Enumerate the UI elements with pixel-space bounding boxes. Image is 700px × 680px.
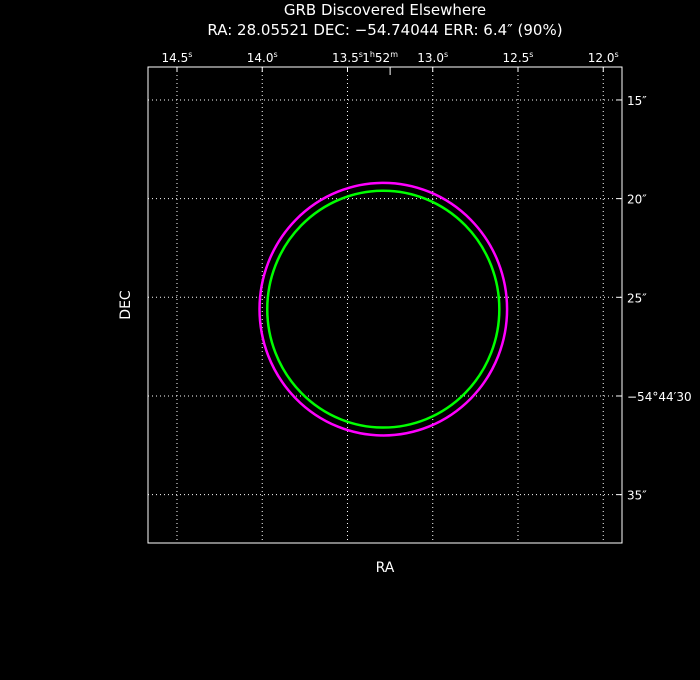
y-tick-label: 25″ — [627, 291, 647, 305]
chart: GRB Discovered Elsewhere RA: 28.05521 DE… — [118, 1, 692, 576]
x-tick-label: 13.5s — [332, 50, 363, 65]
y-tick-label: 35″ — [627, 489, 647, 503]
x-tick-label: 14.5s — [162, 50, 193, 65]
x-tick-label: 1h52m — [362, 50, 398, 65]
chart-subtitle: RA: 28.05521 DEC: −54.74044 ERR: 6.4″ (9… — [207, 21, 562, 39]
x-axis-label: RA — [376, 560, 395, 576]
chart-title: GRB Discovered Elsewhere — [284, 1, 486, 19]
grid — [148, 67, 622, 543]
x-tick-label: 14.0s — [247, 50, 278, 65]
y-axis-label: DEC — [118, 290, 134, 320]
x-tick-label: 12.0s — [588, 50, 619, 65]
y-tick-label: 15″ — [627, 94, 647, 108]
x-tick-label: 13.0s — [417, 50, 448, 65]
inner-error-circle — [266, 189, 501, 429]
x-tick-label: 12.5s — [503, 50, 534, 65]
outer-error-circle — [258, 181, 509, 437]
y-tick-label: 20″ — [627, 193, 647, 207]
y-tick-label: −54°44′30 — [627, 390, 692, 404]
error-circles — [258, 181, 509, 437]
x-ticks: 14.5s 14.0s 13.5s 1h52m 13.0s 12.5s 12.0s — [162, 50, 619, 75]
plot-frame — [147, 66, 623, 544]
y-ticks: 15″ 20″ 25″ −54°44′30 35″ — [617, 94, 692, 503]
